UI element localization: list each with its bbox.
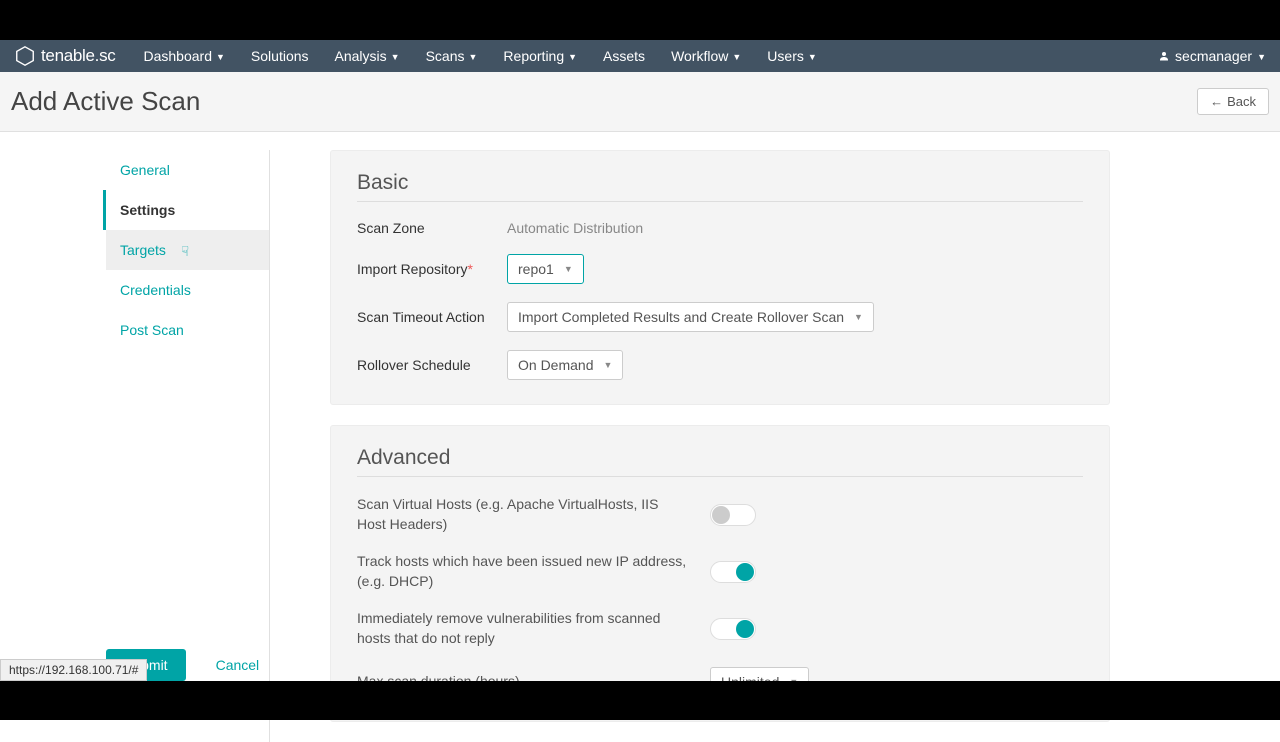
toggle-remove-vulns[interactable] bbox=[710, 618, 756, 640]
hexagon-icon bbox=[14, 45, 36, 67]
chevron-down-icon: ▼ bbox=[216, 52, 225, 62]
advanced-title: Advanced bbox=[357, 446, 1083, 477]
label-virtual-hosts: Scan Virtual Hosts (e.g. Apache VirtualH… bbox=[357, 495, 710, 534]
row-scan-zone: Scan Zone Automatic Distribution bbox=[357, 220, 1083, 236]
row-timeout: Scan Timeout Action Import Completed Res… bbox=[357, 302, 1083, 332]
chevron-down-icon: ▼ bbox=[854, 312, 863, 322]
top-black-bar bbox=[0, 0, 1280, 40]
main-panel: Basic Scan Zone Automatic Distribution I… bbox=[270, 150, 1170, 742]
bottom-black-bar bbox=[0, 681, 1280, 720]
sidebar-item-general[interactable]: General bbox=[106, 150, 269, 190]
brand-logo[interactable]: tenable.sc bbox=[14, 45, 116, 67]
page-title: Add Active Scan bbox=[11, 86, 200, 117]
nav-dashboard[interactable]: Dashboard▼ bbox=[144, 48, 225, 64]
label-track-hosts: Track hosts which have been issued new I… bbox=[357, 552, 710, 591]
chevron-down-icon: ▼ bbox=[469, 52, 478, 62]
label-remove-vulns: Immediately remove vulnerabilities from … bbox=[357, 609, 710, 648]
back-button[interactable]: ← Back bbox=[1197, 88, 1269, 115]
page-header: Add Active Scan ← Back bbox=[0, 72, 1280, 132]
nav-analysis[interactable]: Analysis▼ bbox=[335, 48, 400, 64]
toggle-track-hosts[interactable] bbox=[710, 561, 756, 583]
toggle-knob bbox=[736, 620, 754, 638]
nav-users[interactable]: Users▼ bbox=[767, 48, 816, 64]
sidebar-item-credentials[interactable]: Credentials bbox=[106, 270, 269, 310]
chevron-down-icon: ▼ bbox=[732, 52, 741, 62]
arrow-left-icon: ← bbox=[1210, 94, 1223, 109]
nav-reporting[interactable]: Reporting▼ bbox=[503, 48, 577, 64]
chevron-down-icon: ▼ bbox=[564, 264, 573, 274]
nav-scans[interactable]: Scans▼ bbox=[426, 48, 478, 64]
chevron-down-icon: ▼ bbox=[1257, 52, 1266, 62]
nav-items: Dashboard▼ Solutions Analysis▼ Scans▼ Re… bbox=[144, 48, 817, 64]
toggle-knob bbox=[712, 506, 730, 524]
dropdown-rollover[interactable]: On Demand ▼ bbox=[507, 350, 623, 380]
sidebar-item-postscan[interactable]: Post Scan bbox=[106, 310, 269, 350]
toggle-virtual-hosts[interactable] bbox=[710, 504, 756, 526]
brand-text: tenable.sc bbox=[41, 46, 116, 66]
user-icon bbox=[1158, 50, 1170, 62]
cancel-button[interactable]: Cancel bbox=[216, 657, 260, 673]
status-bar-url: https://192.168.100.71/# bbox=[0, 659, 147, 681]
chevron-down-icon: ▼ bbox=[568, 52, 577, 62]
basic-panel: Basic Scan Zone Automatic Distribution I… bbox=[330, 150, 1110, 405]
dropdown-timeout[interactable]: Import Completed Results and Create Roll… bbox=[507, 302, 874, 332]
label-scan-zone: Scan Zone bbox=[357, 220, 507, 236]
username: secmanager bbox=[1175, 48, 1252, 64]
nav-assets[interactable]: Assets bbox=[603, 48, 645, 64]
chevron-down-icon: ▼ bbox=[808, 52, 817, 62]
label-rollover: Rollover Schedule bbox=[357, 357, 507, 373]
row-track-hosts: Track hosts which have been issued new I… bbox=[357, 552, 1083, 591]
cursor-pointer-icon: ☟ bbox=[181, 244, 189, 260]
row-virtual-hosts: Scan Virtual Hosts (e.g. Apache VirtualH… bbox=[357, 495, 1083, 534]
basic-title: Basic bbox=[357, 171, 1083, 202]
row-remove-vulns: Immediately remove vulnerabilities from … bbox=[357, 609, 1083, 648]
chevron-down-icon: ▼ bbox=[391, 52, 400, 62]
nav-workflow[interactable]: Workflow▼ bbox=[671, 48, 741, 64]
row-import-repo: Import Repository* repo1 ▼ bbox=[357, 254, 1083, 284]
toggle-knob bbox=[736, 563, 754, 581]
value-scan-zone: Automatic Distribution bbox=[507, 220, 643, 236]
required-asterisk: * bbox=[467, 261, 472, 277]
advanced-panel: Advanced Scan Virtual Hosts (e.g. Apache… bbox=[330, 425, 1110, 722]
nav-solutions[interactable]: Solutions bbox=[251, 48, 309, 64]
user-menu[interactable]: secmanager ▼ bbox=[1158, 48, 1266, 64]
row-rollover: Rollover Schedule On Demand ▼ bbox=[357, 350, 1083, 380]
chevron-down-icon: ▼ bbox=[603, 360, 612, 370]
dropdown-import-repo[interactable]: repo1 ▼ bbox=[507, 254, 584, 284]
label-import-repo: Import Repository* bbox=[357, 261, 507, 277]
main-navbar: tenable.sc Dashboard▼ Solutions Analysis… bbox=[0, 40, 1280, 72]
sidebar-item-settings[interactable]: Settings bbox=[103, 190, 269, 230]
sidebar-item-targets[interactable]: Targets ☟ bbox=[106, 230, 269, 270]
label-timeout: Scan Timeout Action bbox=[357, 309, 507, 325]
